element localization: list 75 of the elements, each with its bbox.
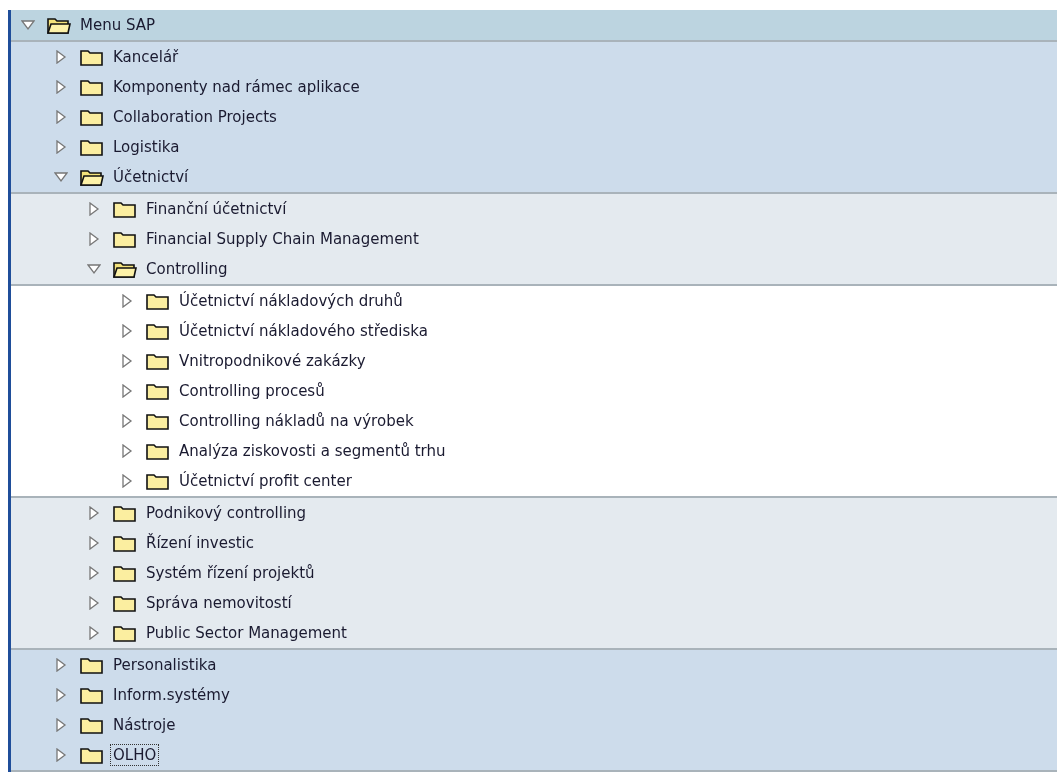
expand-icon[interactable] bbox=[54, 110, 68, 124]
expand-icon[interactable] bbox=[120, 354, 134, 368]
expand-icon[interactable] bbox=[120, 384, 134, 398]
folder-icon bbox=[146, 412, 170, 430]
menu-item[interactable]: Účetnictví bbox=[110, 166, 192, 188]
folder-icon bbox=[146, 442, 170, 460]
expand-icon[interactable] bbox=[87, 506, 101, 520]
menu-item[interactable]: Kancelář bbox=[110, 46, 182, 68]
folder-icon bbox=[146, 382, 170, 400]
expand-icon[interactable] bbox=[87, 232, 101, 246]
collapse-icon[interactable] bbox=[54, 170, 68, 184]
menu-item[interactable]: Public Sector Management bbox=[143, 622, 350, 644]
menu-item[interactable]: Podnikový controlling bbox=[143, 502, 310, 524]
menu-item[interactable]: Systém řízení projektů bbox=[143, 562, 318, 584]
menu-item[interactable]: Controlling procesů bbox=[176, 380, 328, 402]
menu-item[interactable]: Účetnictví nákladových druhů bbox=[176, 290, 406, 312]
collapse-icon[interactable] bbox=[21, 18, 35, 32]
menu-item[interactable]: Menu SAP bbox=[77, 14, 159, 36]
expand-icon[interactable] bbox=[120, 294, 134, 308]
menu-item[interactable]: OLHO bbox=[110, 744, 160, 766]
menu-item[interactable]: Collaboration Projects bbox=[110, 106, 280, 128]
menu-item[interactable]: Nástroje bbox=[110, 714, 179, 736]
expand-icon[interactable] bbox=[54, 658, 68, 672]
expand-icon[interactable] bbox=[120, 324, 134, 338]
expand-icon[interactable] bbox=[120, 414, 134, 428]
expand-icon[interactable] bbox=[120, 444, 134, 458]
expand-icon[interactable] bbox=[54, 688, 68, 702]
folder-icon bbox=[80, 686, 104, 704]
folder-icon bbox=[113, 564, 137, 582]
expand-icon[interactable] bbox=[54, 80, 68, 94]
folder-icon bbox=[113, 200, 137, 218]
menu-item[interactable]: Logistika bbox=[110, 136, 183, 158]
menu-item[interactable]: Personalistika bbox=[110, 654, 220, 676]
expand-icon[interactable] bbox=[87, 566, 101, 580]
folder-icon bbox=[146, 322, 170, 340]
folder-icon bbox=[113, 534, 137, 552]
folder-icon bbox=[80, 716, 104, 734]
folder-icon bbox=[146, 472, 170, 490]
menu-item[interactable]: Analýza ziskovosti a segmentů trhu bbox=[176, 440, 449, 462]
folder-icon bbox=[113, 594, 137, 612]
folder-icon bbox=[80, 78, 104, 96]
folder-icon bbox=[113, 230, 137, 248]
menu-item[interactable]: Financial Supply Chain Management bbox=[143, 228, 422, 250]
menu-item[interactable]: Řízení investic bbox=[143, 532, 258, 554]
folder-icon bbox=[146, 352, 170, 370]
folder-icon bbox=[80, 746, 104, 764]
menu-item[interactable]: Controlling nákladů na výrobek bbox=[176, 410, 417, 432]
menu-item[interactable]: Správa nemovitostí bbox=[143, 592, 295, 614]
menu-item[interactable]: Inform.systémy bbox=[110, 684, 233, 706]
collapse-icon[interactable] bbox=[87, 262, 101, 276]
open-folder-icon bbox=[113, 260, 137, 278]
menu-item[interactable]: Finanční účetnictví bbox=[143, 198, 290, 220]
folder-icon bbox=[80, 656, 104, 674]
expand-icon[interactable] bbox=[54, 140, 68, 154]
menu-item[interactable]: Komponenty nad rámec aplikace bbox=[110, 76, 363, 98]
menu-item[interactable]: Účetnictví nákladového střediska bbox=[176, 320, 431, 342]
menu-item[interactable]: Vnitropodnikové zakázky bbox=[176, 350, 369, 372]
open-folder-icon bbox=[47, 16, 71, 34]
expand-icon[interactable] bbox=[87, 536, 101, 550]
folder-icon bbox=[113, 504, 137, 522]
open-folder-icon bbox=[80, 168, 104, 186]
folder-icon bbox=[80, 138, 104, 156]
expand-icon[interactable] bbox=[54, 718, 68, 732]
folder-icon bbox=[80, 48, 104, 66]
menu-item[interactable]: Controlling bbox=[143, 258, 231, 280]
expand-icon[interactable] bbox=[120, 474, 134, 488]
menu-item[interactable]: Účetnictví profit center bbox=[176, 470, 355, 492]
expand-icon[interactable] bbox=[87, 202, 101, 216]
folder-icon bbox=[146, 292, 170, 310]
expand-icon[interactable] bbox=[54, 50, 68, 64]
folder-icon bbox=[80, 108, 104, 126]
expand-icon[interactable] bbox=[87, 626, 101, 640]
expand-icon[interactable] bbox=[54, 748, 68, 762]
folder-icon bbox=[113, 624, 137, 642]
expand-icon[interactable] bbox=[87, 596, 101, 610]
